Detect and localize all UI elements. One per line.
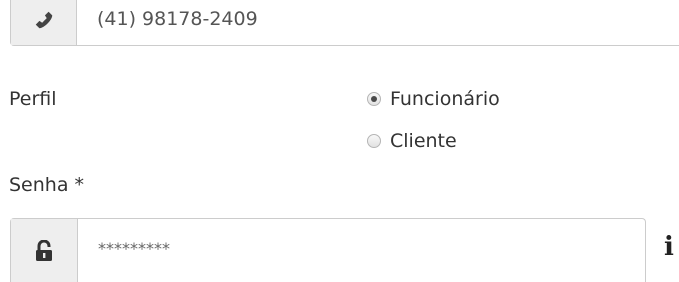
radio-cliente-button[interactable]: [367, 134, 381, 148]
password-field[interactable]: *********: [78, 219, 645, 282]
password-input-group: *********: [10, 218, 646, 282]
radio-funcionario-label: Funcionário: [390, 88, 500, 110]
senha-label: Senha *: [9, 174, 85, 196]
radio-funcionario[interactable]: Funcionário: [367, 88, 500, 110]
perfil-label: Perfil: [9, 88, 57, 110]
user-form: (41) 98178-2409 Perfil Funcionário Clien…: [0, 0, 679, 282]
radio-cliente[interactable]: Cliente: [367, 130, 457, 152]
phone-field[interactable]: (41) 98178-2409: [77, 0, 679, 45]
unlock-icon: [11, 219, 78, 282]
radio-cliente-label: Cliente: [390, 130, 457, 152]
phone-icon: [11, 0, 77, 45]
phone-input-group: (41) 98178-2409: [10, 0, 679, 46]
info-icon[interactable]: i: [664, 234, 674, 260]
radio-funcionario-button[interactable]: [367, 92, 381, 106]
